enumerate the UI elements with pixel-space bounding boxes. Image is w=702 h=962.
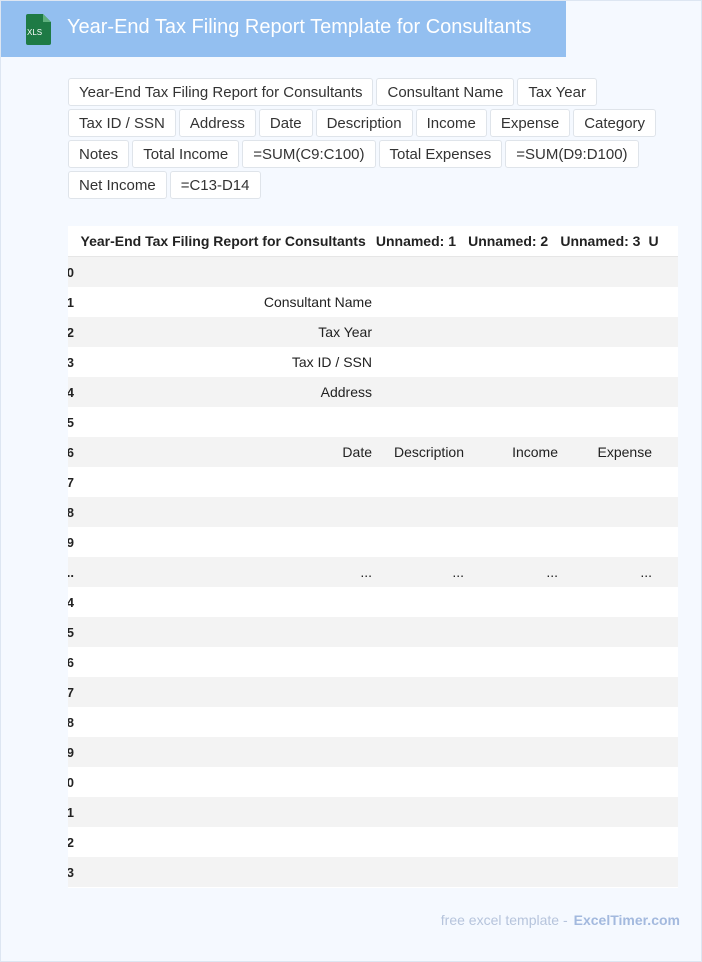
row-index: 0 bbox=[68, 264, 74, 280]
column-chip[interactable]: Total Income bbox=[132, 140, 240, 168]
column-chip[interactable]: Notes bbox=[68, 140, 130, 168]
column-chip[interactable]: Consultant Name bbox=[376, 78, 515, 106]
table-row: 0 bbox=[68, 767, 678, 797]
table-row: 1 bbox=[68, 797, 678, 827]
column-chip[interactable]: Net Income bbox=[68, 171, 167, 199]
table-row: 3 Tax ID / SSN bbox=[68, 347, 678, 377]
table-row: 8 bbox=[68, 707, 678, 737]
column-chip[interactable]: Expense bbox=[489, 109, 571, 137]
column-header: Unnamed: 2 bbox=[468, 233, 549, 249]
table-row: .............. bbox=[68, 557, 678, 587]
table-row: 6 bbox=[68, 647, 678, 677]
row-index: 4 bbox=[68, 384, 74, 400]
row-index: 9 bbox=[68, 744, 74, 760]
row-index: 5 bbox=[68, 414, 74, 430]
table-cell: ... bbox=[452, 564, 464, 580]
column-chip[interactable]: Total Expenses bbox=[378, 140, 503, 168]
table-header: Year-End Tax Filing Report for Consultan… bbox=[68, 226, 678, 257]
table-cell: ... bbox=[546, 564, 558, 580]
table-row: 7 bbox=[68, 677, 678, 707]
title-bar: XLS Year-End Tax Filing Report Template … bbox=[1, 1, 566, 57]
row-index: 2 bbox=[68, 834, 74, 850]
column-chip-list: Year-End Tax Filing Report for Consultan… bbox=[68, 78, 668, 199]
table-row: 1 Consultant Name bbox=[68, 287, 678, 317]
row-index: 4 bbox=[68, 594, 74, 610]
footer: free excel template - ExcelTimer.com bbox=[441, 912, 680, 928]
table-row: 9 bbox=[68, 527, 678, 557]
row-index: 9 bbox=[68, 534, 74, 550]
row-index: 8 bbox=[68, 714, 74, 730]
column-chip[interactable]: Date bbox=[258, 109, 313, 137]
row-index: 7 bbox=[68, 684, 74, 700]
footer-brand-link[interactable]: ExcelTimer.com bbox=[574, 912, 680, 928]
table-cell: Expense bbox=[597, 444, 652, 460]
row-index: 3 bbox=[68, 354, 74, 370]
row-index: 1 bbox=[68, 804, 74, 820]
table-row: 0 bbox=[68, 257, 678, 287]
column-chip[interactable]: =SUM(D9:D100) bbox=[505, 140, 639, 168]
table-row: 4 bbox=[68, 587, 678, 617]
table-cell: Address bbox=[320, 384, 372, 400]
table-row: 5 bbox=[68, 407, 678, 437]
row-index: .. bbox=[68, 564, 74, 580]
column-chip[interactable]: Tax Year bbox=[517, 78, 597, 106]
row-index: 5 bbox=[68, 624, 74, 640]
table-cell: Tax Year bbox=[318, 324, 372, 340]
row-index: 7 bbox=[68, 474, 74, 490]
table-row: 6 Date Description Income Expense bbox=[68, 437, 678, 467]
data-table: Year-End Tax Filing Report for Consultan… bbox=[68, 226, 678, 888]
row-index: 6 bbox=[68, 654, 74, 670]
column-chip[interactable]: Category bbox=[573, 109, 657, 137]
table-row: 8 bbox=[68, 497, 678, 527]
column-chip[interactable]: =C13-D14 bbox=[169, 171, 261, 199]
column-header: Unnamed: 1 bbox=[375, 233, 456, 249]
table-cell: Date bbox=[342, 444, 372, 460]
column-chip[interactable]: Address bbox=[178, 109, 256, 137]
row-index: 3 bbox=[68, 864, 74, 880]
row-index: 8 bbox=[68, 504, 74, 520]
table-cell: Tax ID / SSN bbox=[291, 354, 372, 370]
column-chip[interactable]: Income bbox=[415, 109, 487, 137]
column-header: Unnamed: 3 bbox=[560, 233, 641, 249]
column-chip[interactable]: =SUM(C9:C100) bbox=[242, 140, 376, 168]
table-cell: Description bbox=[393, 444, 464, 460]
table-row: 9 bbox=[68, 737, 678, 767]
column-chip[interactable]: Description bbox=[315, 109, 413, 137]
svg-text:XLS: XLS bbox=[27, 28, 42, 37]
xls-file-icon: XLS bbox=[26, 14, 51, 45]
row-index: 6 bbox=[68, 444, 74, 460]
table-row: 3 bbox=[68, 857, 678, 887]
table-row: 2 bbox=[68, 827, 678, 857]
table-row: 2 Tax Year bbox=[68, 317, 678, 347]
table-body: 0 1 Consultant Name 2 Tax Year 3 Tax ID / SSN 4… bbox=[68, 257, 678, 887]
table-cell: ... bbox=[360, 564, 372, 580]
row-index: 1 bbox=[68, 294, 74, 310]
table-cell: ... bbox=[640, 564, 652, 580]
page-title: Year-End Tax Filing Report Template for … bbox=[67, 16, 532, 38]
column-header: Year-End Tax Filing Report for Consultan… bbox=[80, 233, 366, 249]
column-chip[interactable]: Year-End Tax Filing Report for Consultan… bbox=[68, 78, 374, 106]
row-index: 2 bbox=[68, 324, 74, 340]
table-row: 5 bbox=[68, 617, 678, 647]
footer-text: free excel template - bbox=[440, 912, 568, 928]
column-chip[interactable]: Tax ID / SSN bbox=[68, 109, 176, 137]
table-row: 7 bbox=[68, 467, 678, 497]
column-header: U bbox=[648, 233, 659, 249]
table-cell: Income bbox=[512, 444, 558, 460]
table-row: 4 Address bbox=[68, 377, 678, 407]
row-index: 0 bbox=[68, 774, 74, 790]
table-cell: Consultant Name bbox=[263, 294, 372, 310]
